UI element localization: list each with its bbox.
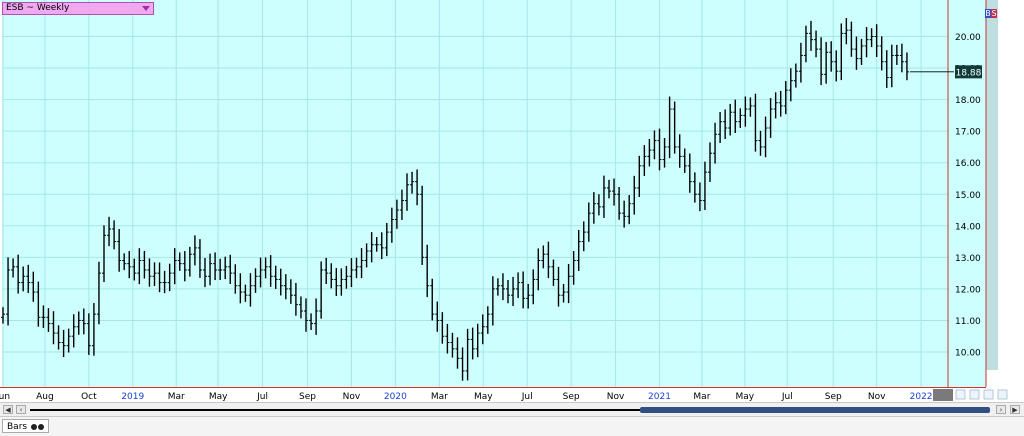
chart-control-button [969,389,980,400]
sell-badge[interactable]: S [991,9,997,18]
x-month-label: Oct [81,392,97,402]
x-month-label: Jul [781,392,793,402]
last-price-label: 18.88 [956,68,982,78]
scroll-thumb[interactable] [640,407,990,413]
x-month-label: Nov [607,392,625,402]
y-tick-label: 14.00 [955,222,981,232]
x-year-label: 2021 [648,392,671,402]
buy-sell-badge[interactable]: BS [985,9,997,18]
right-side-band [986,0,998,370]
x-year-label: 2022 [910,392,933,402]
y-tick-label: 10.00 [955,349,981,359]
x-month-label: Aug [36,392,54,402]
dot-icon [37,423,44,430]
x-month-label: Mar [693,392,710,402]
chart-area[interactable]: 10.00 11.00 12.00 13.00 14.00 15.00 16.00 17.00… [0,0,1024,402]
dropdown-arrow-icon[interactable] [142,6,150,11]
current-period-marker [933,389,953,401]
y-tick-label: 15.00 [955,191,981,201]
y-tick-label: 17.00 [955,128,981,138]
y-tick-label: 12.00 [955,285,981,295]
x-month-label: Nov [343,392,361,402]
x-month-label: May [209,392,228,402]
bars-tab[interactable]: Bars [2,419,49,433]
chart-control-button [955,389,966,400]
x-month-label: Mar [431,392,448,402]
y-tick-label: 13.00 [955,254,981,264]
x-month-label: May [474,392,493,402]
chart-control-button [983,389,994,400]
y-tick-label: 18.00 [955,96,981,106]
x-month-label: Jun [0,392,10,402]
x-year-label: 2020 [384,392,407,402]
x-month-label: Sep [563,392,580,402]
x-month-label: Jul [521,392,533,402]
symbol-label: ESB ~ Weekly [6,3,70,13]
bars-tab-label: Bars [7,422,28,432]
y-tick-label: 16.00 [955,159,981,169]
scroll-end-icon[interactable]: ▶ [1010,405,1020,414]
price-chart[interactable]: 10.00 11.00 12.00 13.00 14.00 15.00 16.00 17.00… [0,0,1024,402]
y-tick-label: 11.00 [955,317,981,327]
x-month-label: Nov [868,392,886,402]
dot-icon [30,423,37,430]
x-year-label: 2019 [121,392,144,402]
symbol-selector[interactable]: ESB ~ Weekly [2,2,154,15]
time-scrollbar[interactable]: ◀ ‹ › ▶ [0,402,1024,417]
x-month-label: Sep [825,392,842,402]
status-bar: Bars [0,417,1024,436]
x-month-label: Mar [168,392,185,402]
x-month-label: Sep [299,392,316,402]
x-month-label: Jul [256,392,268,402]
y-tick-label: 20.00 [955,33,981,43]
chart-control-button [997,389,1008,400]
scroll-start-icon[interactable]: ◀ [3,405,13,414]
x-month-label: May [736,392,755,402]
scroll-left-icon[interactable]: ‹ [16,405,26,414]
scroll-right-icon[interactable]: › [996,405,1006,414]
